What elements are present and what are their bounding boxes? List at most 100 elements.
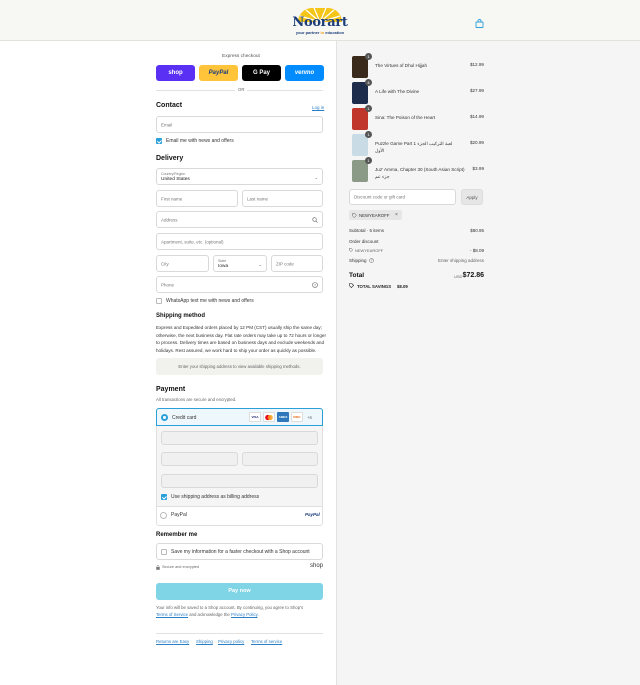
remember-box: Save my information for a faster checkou… — [156, 543, 323, 560]
shipping-text: Express and Expedited orders placed by 1… — [156, 325, 326, 353]
radio-selected[interactable] — [161, 414, 168, 421]
discount-tag: NEWYEAROFF × — [349, 210, 402, 220]
total-label: Total — [349, 272, 365, 279]
item-title: Sina: The Poison of the Heart — [375, 115, 436, 120]
discount-field[interactable]: Discount code or gift card — [349, 189, 456, 205]
payment-heading: Payment — [156, 386, 186, 393]
save-info-label: Save my information for a faster checkou… — [171, 549, 310, 555]
footer-link-returns[interactable]: Returns are Easy — [156, 639, 189, 644]
divider — [156, 506, 323, 507]
shipping-value: Enter shipping address — [437, 258, 484, 263]
paypal-radio[interactable] — [160, 512, 167, 519]
item-price: $3.99 — [472, 166, 485, 171]
login-link[interactable]: Log in — [312, 105, 324, 110]
state-select[interactable]: State Iowa ⌄ — [213, 255, 267, 272]
news-label: Email me with news and offers — [166, 138, 234, 144]
lock-icon — [156, 565, 160, 570]
shipping-notice: Enter your shipping address to view avai… — [156, 358, 323, 375]
discover-icon: DISC — [291, 412, 303, 422]
shipping-heading: Shipping method — [156, 313, 205, 319]
pay-now-button[interactable]: Pay now — [156, 583, 323, 600]
name-on-card-field[interactable] — [161, 474, 318, 488]
visa-icon: VISA — [249, 412, 261, 422]
country-select[interactable]: Country/Region United States ⌄ — [156, 168, 323, 185]
footer-link-terms[interactable]: Terms of service — [251, 639, 282, 644]
billing-checkbox[interactable] — [161, 494, 167, 500]
more-cards-badge: +6 — [307, 415, 312, 420]
phone-field[interactable]: Phone ? — [156, 276, 323, 293]
subtotal-label: Subtotal · 5 items — [349, 228, 385, 233]
billing-label: Use shipping address as billing address — [171, 494, 260, 500]
zip-field[interactable]: ZIP code — [271, 255, 323, 272]
item-title: A Life with The Divine — [375, 89, 420, 94]
item-title: The Virtues of Dhul Hijjah — [375, 63, 428, 68]
mastercard-icon — [263, 412, 275, 422]
google-pay-button[interactable]: G Pay — [242, 65, 281, 81]
first-name-field[interactable]: First name — [156, 190, 238, 207]
discount-value: - $8.09 — [469, 248, 484, 253]
divider — [156, 633, 323, 634]
item-quantity-badge: 1 — [365, 157, 372, 164]
whatsapp-checkbox[interactable] — [156, 298, 162, 304]
item-price: $20.99 — [469, 140, 484, 145]
credit-card-option[interactable]: Credit card VISA AMEX DISC +6 — [156, 408, 323, 426]
payment-subtitle: All transactions are secure and encrypte… — [156, 397, 237, 402]
header: Noorart your partner in education — [0, 0, 640, 41]
item-quantity-badge: 4 — [365, 79, 372, 86]
express-checkout-title: Express checkout — [222, 54, 260, 59]
address-field[interactable]: Address — [156, 211, 323, 228]
expiry-field[interactable] — [161, 452, 238, 466]
item-price: $27.99 — [469, 88, 484, 93]
currency-label: USD — [454, 274, 463, 279]
venmo-button[interactable]: venmo — [285, 65, 324, 81]
brand-name: Noorart — [292, 15, 348, 30]
total-savings-label: TOTAL SAVINGS — [357, 284, 392, 289]
subtotal-value: $80.95 — [470, 228, 484, 233]
apply-button[interactable]: Apply — [461, 189, 483, 205]
secure-text: Secure and encrypted — [162, 565, 200, 569]
search-icon — [312, 217, 318, 223]
shop-pay-button[interactable]: shop — [156, 65, 195, 81]
remember-heading: Remember me — [156, 532, 198, 538]
paypal-logo: PayPal — [305, 512, 320, 517]
news-checkbox[interactable] — [156, 138, 162, 144]
remove-discount-icon[interactable]: × — [395, 212, 398, 218]
svg-text:?: ? — [371, 259, 373, 263]
terms-link[interactable]: Terms of Service — [156, 612, 188, 617]
item-quantity-badge: 1 — [365, 53, 372, 60]
amex-icon: AMEX — [277, 412, 289, 422]
tag-icon — [349, 248, 353, 252]
delivery-heading: Delivery — [156, 155, 184, 162]
security-code-field[interactable] — [242, 452, 318, 466]
shipping-label: Shipping — [349, 258, 367, 263]
paypal-button[interactable]: PayPal — [199, 65, 238, 81]
chevron-down-icon: ⌄ — [258, 262, 262, 267]
footer-link-shipping[interactable]: Shipping — [196, 639, 213, 644]
item-quantity-badge: 1 — [365, 131, 372, 138]
shopping-bag-icon[interactable] — [475, 15, 484, 28]
chevron-down-icon: ⌄ — [314, 175, 318, 180]
apartment-field[interactable]: Apartment, suite, etc. (optional) — [156, 233, 323, 250]
save-info-checkbox[interactable] — [161, 549, 167, 555]
total-value: $72.86 — [462, 272, 484, 279]
last-name-field[interactable]: Last name — [242, 190, 323, 207]
footer-link-privacy[interactable]: Privacy policy — [218, 639, 244, 644]
help-icon[interactable]: ? — [369, 258, 374, 263]
brand-tagline: your partner in education — [295, 30, 345, 35]
item-price: $12.99 — [469, 62, 484, 67]
total-savings-value: $8.09 — [397, 284, 408, 289]
noorart-logo[interactable]: Noorart your partner in education — [292, 8, 348, 36]
or-separator: OR — [235, 87, 248, 92]
discount-code-label: NEWYEAROFF — [355, 248, 384, 253]
item-title: Juz' Amma, Chapter 30 (South Asian Scrip… — [375, 167, 465, 179]
item-price: $14.99 — [469, 114, 484, 119]
card-number-field[interactable] — [161, 431, 318, 445]
item-quantity-badge: 1 — [365, 105, 372, 112]
paypal-option-label[interactable]: PayPal — [171, 512, 187, 518]
help-icon[interactable]: ? — [312, 282, 318, 288]
email-field[interactable]: Email — [156, 116, 323, 133]
city-field[interactable]: City — [156, 255, 209, 272]
privacy-link[interactable]: Privacy Policy — [231, 612, 257, 617]
legal-text: Your info will be saved to a Shop accoun… — [156, 605, 304, 617]
contact-heading: Contact — [156, 102, 183, 109]
